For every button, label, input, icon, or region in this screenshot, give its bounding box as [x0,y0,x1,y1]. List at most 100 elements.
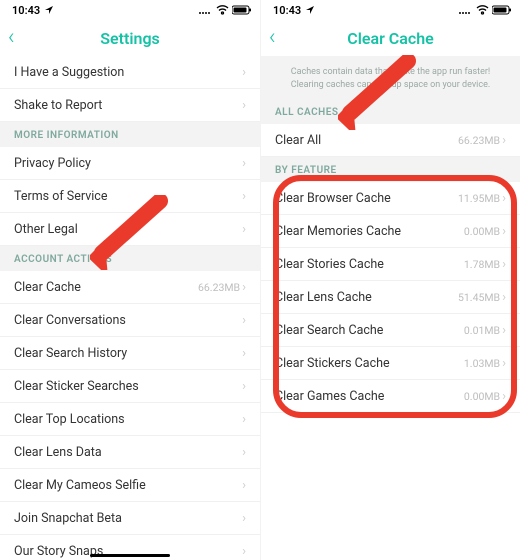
row-meta: 66.23MB [198,281,240,294]
list-row[interactable]: Privacy Policy› [0,147,260,180]
row-meta: 1.03MB [464,357,500,370]
list-row[interactable]: Shake to Report› [0,89,260,122]
chevron-right-icon: › [242,157,246,170]
row-label: Clear Browser Cache [275,191,458,206]
location-icon [44,5,54,15]
chevron-right-icon: › [242,190,246,203]
row-label: Other Legal [14,222,242,237]
list-row[interactable]: Clear Stickers Cache1.03MB› [261,347,520,380]
row-meta: 11.95MB [458,192,500,205]
row-label: Clear Lens Data [14,445,242,460]
list-row[interactable]: Terms of Service› [0,180,260,213]
nav-bar: ‹ Clear Cache [261,20,520,56]
list-row[interactable]: I Have a Suggestion› [0,56,260,89]
row-label: Clear Lens Cache [275,290,458,305]
row-label: Clear My Cameos Selfie [14,478,242,493]
row-meta: 51.45MB [458,291,500,304]
row-label: Join Snapchat Beta [14,511,242,526]
chevron-right-icon: › [502,357,506,370]
row-label: Clear Search Cache [275,323,464,338]
settings-screen: 10:43 ‹ Settings I Have a Suggestion› Sh… [0,0,260,560]
status-time: 10:43 [273,4,301,17]
section-header-account-actions: ACCOUNT ACTIONS [0,246,260,271]
chevron-right-icon: › [242,413,246,426]
row-label: Clear All [275,133,458,148]
list-row[interactable]: Clear Top Locations› [0,403,260,436]
chevron-right-icon: › [242,281,246,294]
back-button[interactable]: ‹ [8,27,15,49]
chevron-right-icon: › [242,99,246,112]
section-header-all-caches: ALL CACHES [261,99,520,124]
row-meta: 0.00MB [464,390,500,403]
chevron-right-icon: › [502,134,506,147]
row-meta: 1.78MB [464,258,500,271]
status-bar: 10:43 [0,0,260,20]
chevron-right-icon: › [502,324,506,337]
list-row[interactable]: Clear Stories Cache1.78MB› [261,248,520,281]
home-indicator[interactable] [90,554,170,557]
row-label: Clear Cache [14,280,198,295]
row-label: Terms of Service [14,189,242,204]
row-meta: 0.01MB [464,324,500,337]
chevron-right-icon: › [242,314,246,327]
list-row[interactable]: Clear Browser Cache11.95MB› [261,182,520,215]
list-row[interactable]: Clear My Cameos Selfie› [0,469,260,502]
nav-bar: ‹ Settings [0,20,260,56]
list-row[interactable]: Other Legal› [0,213,260,246]
list-row[interactable]: Clear Search History› [0,337,260,370]
chevron-right-icon: › [502,225,506,238]
chevron-right-icon: › [242,66,246,79]
signal-icon [458,6,473,15]
battery-icon [232,5,252,15]
row-label: Clear Sticker Searches [14,379,242,394]
row-label: I Have a Suggestion [14,65,242,80]
chevron-right-icon: › [502,291,506,304]
row-label: Clear Games Cache [275,389,464,404]
list-row[interactable]: Clear Conversations› [0,304,260,337]
battery-icon [492,5,512,15]
list-row-clear-cache[interactable]: Clear Cache66.23MB› [0,271,260,304]
back-button[interactable]: ‹ [269,27,276,49]
chevron-right-icon: › [242,347,246,360]
status-bar: 10:43 [261,0,520,20]
wifi-icon [476,5,489,15]
chevron-right-icon: › [242,512,246,525]
settings-list[interactable]: I Have a Suggestion› Shake to Report› MO… [0,56,260,560]
wifi-icon [216,5,229,15]
chevron-right-icon: › [502,258,506,271]
section-header-more-info: MORE INFORMATION [0,122,260,147]
list-row-clear-all[interactable]: Clear All66.23MB› [261,124,520,157]
chevron-right-icon: › [502,390,506,403]
chevron-right-icon: › [242,545,246,558]
row-meta: 66.23MB [458,134,500,147]
list-row[interactable]: Join Snapchat Beta› [0,502,260,535]
row-label: Shake to Report [14,98,242,113]
row-label: Clear Stickers Cache [275,356,464,371]
list-row[interactable]: Clear Memories Cache0.00MB› [261,215,520,248]
clear-cache-screen: 10:43 ‹ Clear Cache Caches contain data … [260,0,520,560]
row-meta: 0.00MB [464,225,500,238]
chevron-right-icon: › [242,380,246,393]
chevron-right-icon: › [242,223,246,236]
chevron-right-icon: › [502,192,506,205]
chevron-right-icon: › [242,446,246,459]
page-title: Settings [100,29,160,48]
list-row[interactable]: Clear Lens Data› [0,436,260,469]
row-label: Privacy Policy [14,156,242,171]
signal-icon [198,6,213,15]
list-row[interactable]: Clear Games Cache0.00MB› [261,380,520,413]
row-label: Clear Stories Cache [275,257,464,272]
list-row[interactable]: Clear Search Cache0.01MB› [261,314,520,347]
chevron-right-icon: › [242,479,246,492]
clear-cache-list[interactable]: Caches contain data that make the app ru… [261,56,520,560]
row-label: Clear Conversations [14,313,242,328]
page-title: Clear Cache [347,29,434,48]
row-label: Clear Top Locations [14,412,242,427]
list-row[interactable]: Clear Sticker Searches› [0,370,260,403]
status-time: 10:43 [12,4,40,17]
list-row[interactable]: Clear Lens Cache51.45MB› [261,281,520,314]
row-label: Clear Memories Cache [275,224,464,239]
location-icon [305,5,315,15]
info-banner: Caches contain data that make the app ru… [261,56,520,99]
section-header-by-feature: BY FEATURE [261,157,520,182]
